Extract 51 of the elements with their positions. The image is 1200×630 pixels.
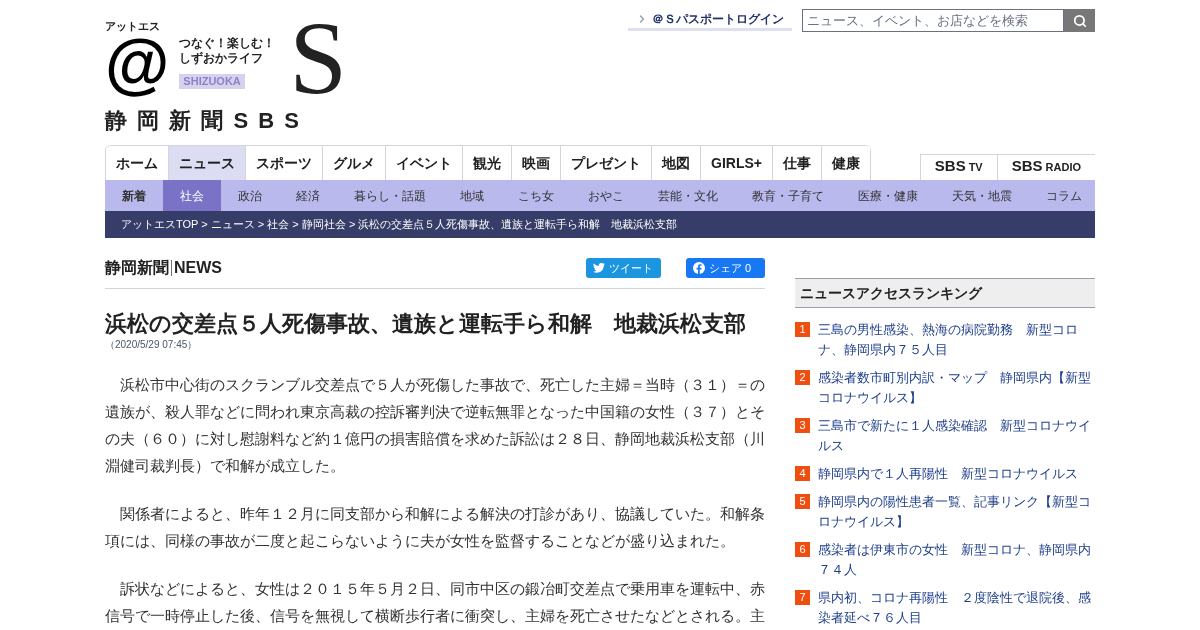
category-tab[interactable]: 教育・子育て [735, 180, 841, 211]
section-label: 静岡新聞 [105, 258, 169, 278]
search-icon [1072, 13, 1087, 28]
rank-number: 1 [795, 322, 810, 337]
ranking-link[interactable]: 三島の男性感染、熱海の病院勤務 新型コロナ、静岡県内７５人目 [818, 320, 1095, 360]
rank-number: 3 [795, 418, 810, 433]
category-tab[interactable]: コラム [1029, 180, 1099, 211]
category-tab[interactable]: 医療・健康 [841, 180, 935, 211]
category-tab[interactable]: おやこ [571, 180, 641, 211]
ranking-link[interactable]: 静岡県内で１人再陽性 新型コロナウイルス [818, 464, 1078, 484]
category-tab[interactable]: 芸能・文化 [641, 180, 735, 211]
article-paragraph: 訴状などによると、女性は２０１５年５月２日、同市中区の鍛冶町交差点で乗用車を運転中、赤信号で一時停止した後、信号を無視して横断歩行者に衝突し、主婦を死亡させたなどとされる。主 [105, 579, 765, 626]
rank-number: 2 [795, 370, 810, 385]
category-tab[interactable]: 政治 [221, 180, 279, 211]
article-date: （2020/5/29 07:45） [105, 339, 199, 351]
login-link[interactable]: ＠Ｓパスポートログイン [628, 9, 792, 31]
logo-tagline: つなぐ！楽しむ！ [179, 36, 276, 51]
rank-number: 6 [795, 542, 810, 557]
breadcrumb: アットエスTOP > ニュース > 社会 > 静岡社会 > 浜松の交差点５人死傷事故、遺族と運転手ら和解 地裁浜松支部 [121, 217, 678, 233]
ranking-link[interactable]: 県内初、コロナ再陽性 ２度陰性で退院後、感染者延べ７６人目 [818, 588, 1095, 628]
rank-number: 7 [795, 590, 810, 605]
rank-number: 5 [795, 494, 810, 509]
article-paragraph: 浜松市中心街のスクランブル交差点で５人が死傷した事故で、死亡した主婦＝当時（３１）＝の遺族が、殺人罪などに問われ東京高裁の控訴審判決で逆転無罪となった中国籍の女性（３７）とその夫（６０）に対し慰謝料など約１億円の損害賠償を求めた訴訟は２８日、静岡地裁浜松支部（川淵健司裁判長）で和解が成立した。 [105, 375, 765, 476]
category-tab[interactable]: こち女 [501, 180, 571, 211]
category-tab[interactable]: 天気・地震 [935, 180, 1029, 211]
ranking-link[interactable]: 三島市で新たに１人感染確認 新型コロナウイルス [818, 416, 1095, 456]
f-circle-icon [693, 262, 705, 274]
nav-tab[interactable]: ホーム [106, 146, 169, 180]
rank-number: 4 [795, 466, 810, 481]
category-tab[interactable]: 暮らし・話題 [337, 180, 443, 211]
search-field[interactable]: ニュース、イベント、お店などを検索 [802, 9, 1064, 32]
bird-icon [593, 263, 605, 273]
ranking-link[interactable]: 静岡県内の陽性患者一覧、記事リンク【新型コロナウイルス】 [818, 492, 1095, 532]
nav-tab[interactable]: ニュース [169, 146, 246, 180]
ranking-link[interactable]: 感染者数市町別内訳・マップ 静岡県内【新型コロナウイルス】 [818, 368, 1095, 408]
ranking-header: ニュースアクセスランキング [795, 278, 1095, 308]
logo-region-label: SHIZUOKA [179, 74, 245, 89]
logo-tagline: しずおかライフ [179, 51, 265, 66]
logo-big-letter: S [289, 8, 348, 108]
ranking-link[interactable]: 感染者は伊東市の女性 新型コロナ、静岡県内７４人 [818, 540, 1095, 580]
section-tag: NEWS [174, 256, 222, 280]
article-paragraph: 関係者によると、昨年１２月に同支部から和解による解決の打診があり、協議していた。和解条項には、同様の事故が二度と起こらないように夫が女性を監督することなどが盛り込まれた。 [105, 504, 765, 551]
category-tab[interactable]: 社会 [163, 180, 221, 211]
article-title: 浜松の交差点５人死傷事故、遺族と運転手ら和解 地裁浜松支部 [105, 310, 747, 338]
logo-name: 静 岡 新 聞 S B S [105, 110, 302, 132]
share-button[interactable]: シェア 0 [686, 258, 765, 278]
category-tab[interactable]: 新着 [105, 180, 163, 211]
category-tab[interactable]: 地域 [443, 180, 501, 211]
search-button[interactable] [1064, 9, 1095, 32]
logo-katakana: アットエス [105, 20, 160, 32]
category-tab[interactable]: 経済 [279, 180, 337, 211]
